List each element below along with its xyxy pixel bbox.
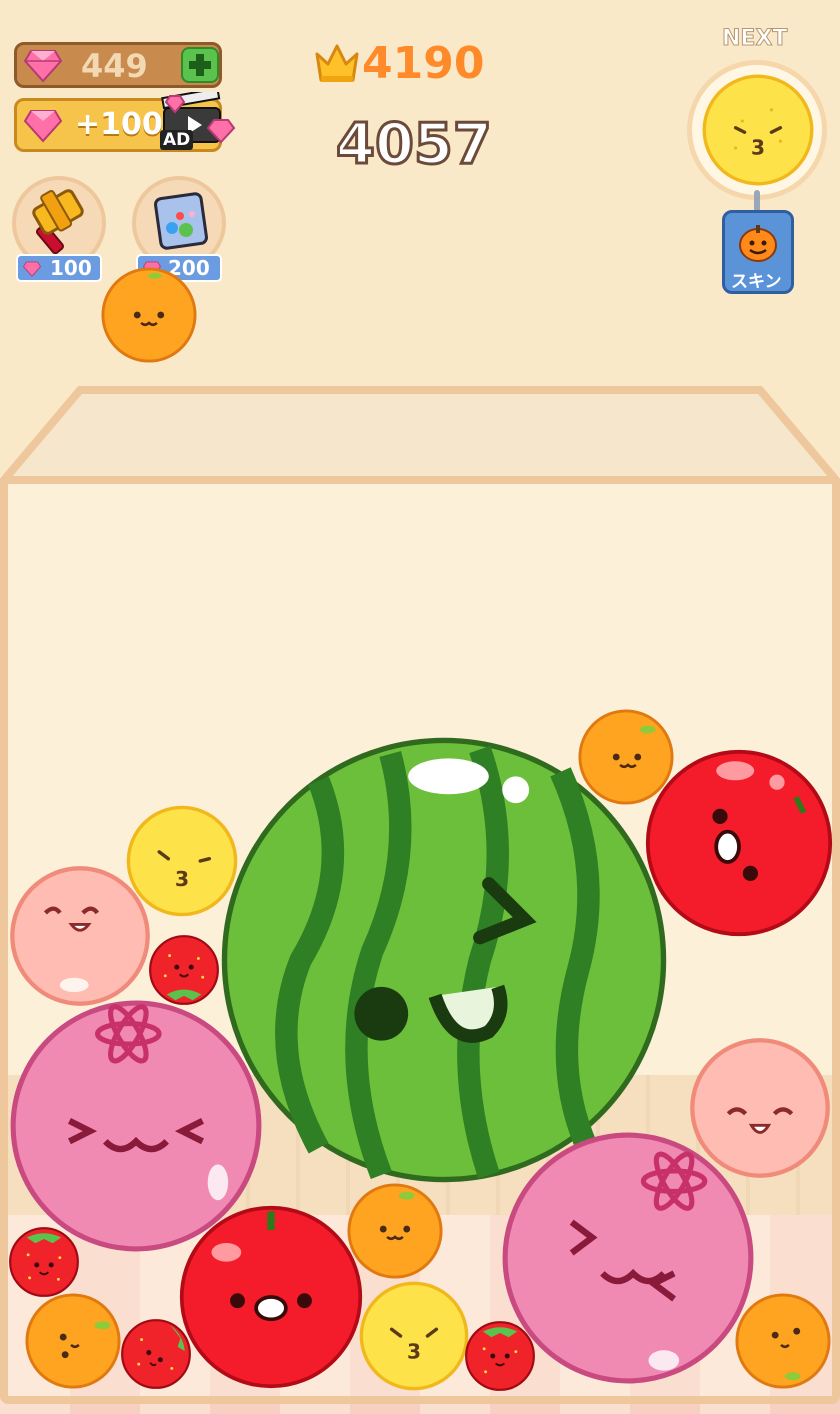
next-label: NEXT [721, 26, 788, 52]
fruit-strawberry [464, 1320, 536, 1392]
svg-text:3: 3 [407, 1339, 421, 1363]
fruit-strawberry [148, 934, 220, 1006]
fruit-apple [644, 748, 834, 938]
plus-icon [189, 54, 211, 76]
hammer-price: 100 [50, 256, 92, 280]
gem-counter: 449 [14, 42, 222, 88]
best-score: 4190 [362, 38, 485, 89]
game-screen: 449 +100 AD 4190 4057 NEXT 3 スキン 100 200… [0, 0, 840, 1414]
fruit-apple [178, 1204, 364, 1390]
held-fruit-orange[interactable] [100, 266, 198, 364]
shake-box-icon [154, 192, 208, 250]
skin-label: スキン [731, 272, 782, 292]
fruit-orange [24, 1292, 122, 1390]
svg-text:3: 3 [175, 867, 189, 891]
next-fruit-lemon: 3 [702, 74, 814, 186]
fruit-strawberry [8, 1226, 80, 1298]
ad-badge: AD [160, 130, 194, 150]
gem-icon [22, 261, 42, 277]
add-gems-button[interactable] [181, 47, 219, 83]
gem-count: 449 [81, 47, 148, 85]
hammer-icon [32, 189, 84, 255]
crown-icon [314, 42, 360, 90]
fruit-orange [734, 1292, 832, 1390]
ad-reward-label: +100 [75, 107, 163, 142]
gem-icon [23, 109, 63, 147]
hammer-price-tag: 100 [16, 254, 102, 282]
pumpkin-icon [737, 223, 779, 267]
gem-icon [23, 49, 63, 87]
current-score: 4057 [335, 111, 494, 179]
fruit-strawberry [120, 1318, 192, 1390]
svg-text:3: 3 [751, 136, 765, 160]
fruit-peach [8, 864, 152, 1008]
fruit-pomegranate [500, 1130, 756, 1386]
fruit-lemon: 3 [358, 1280, 470, 1392]
skin-button[interactable]: スキン [722, 210, 794, 294]
